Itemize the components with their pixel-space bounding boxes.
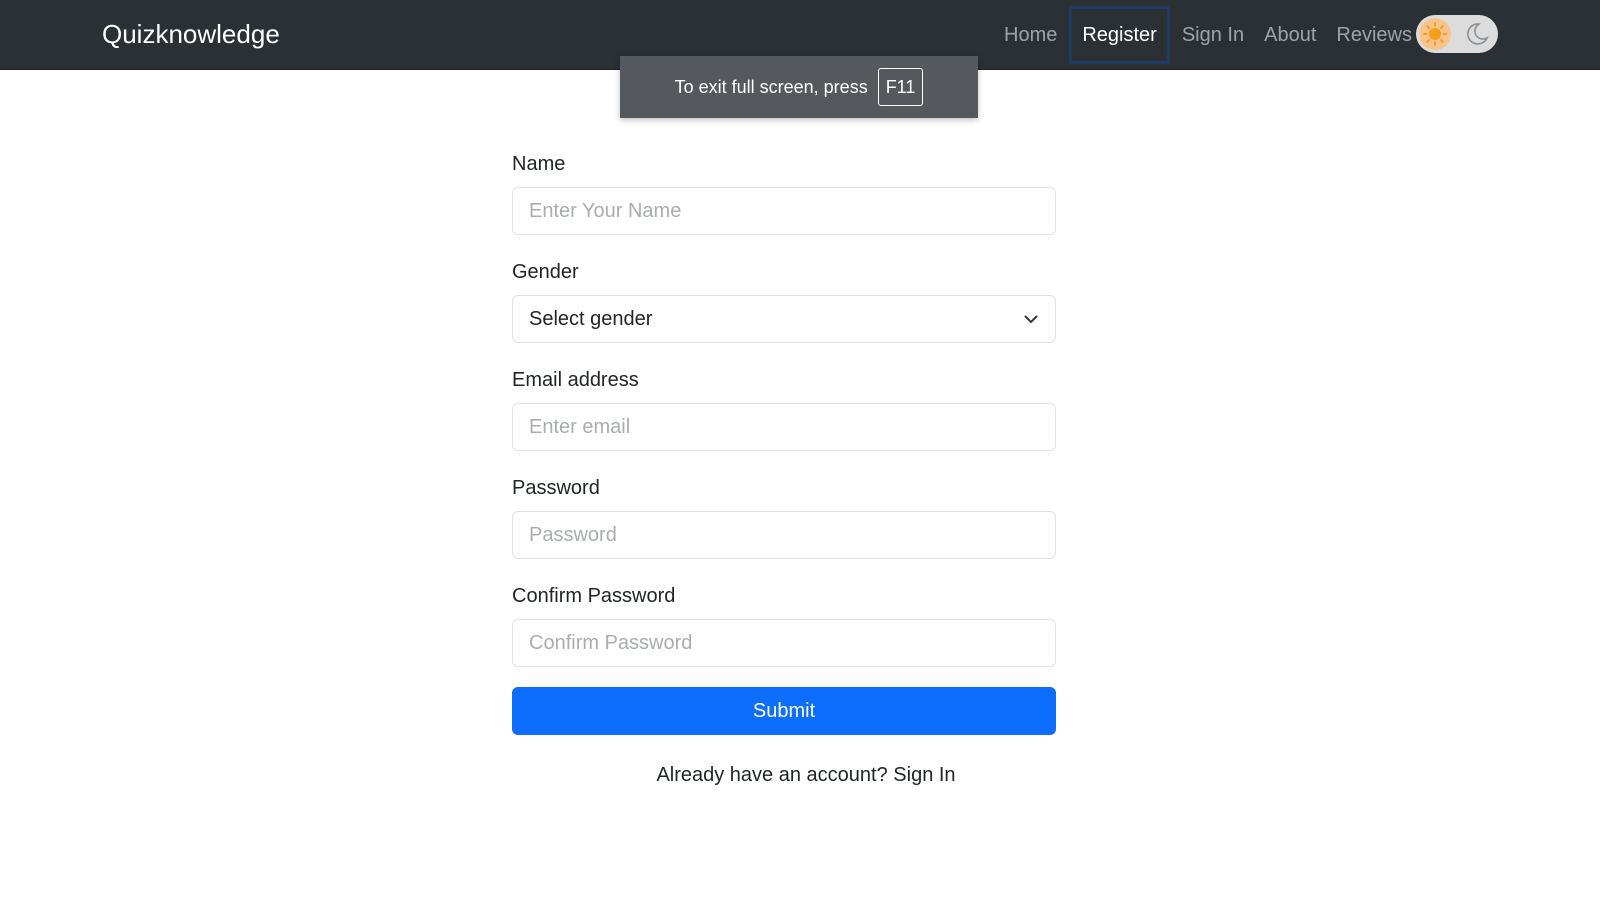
theme-toggle[interactable]	[1416, 15, 1498, 53]
email-label: Email address	[512, 369, 639, 391]
nav-link-reviews[interactable]: Reviews	[1326, 6, 1422, 64]
name-input[interactable]	[512, 187, 1056, 235]
fullscreen-exit-toast: To exit full screen, press F11	[620, 56, 978, 118]
password-label: Password	[512, 477, 600, 499]
nav-link-sign-in[interactable]: Sign In	[1172, 6, 1254, 64]
nav-links: Home Register Sign In About Reviews	[994, 0, 1422, 70]
fullscreen-key-badge: F11	[877, 68, 924, 106]
nav-link-home[interactable]: Home	[994, 6, 1067, 64]
submit-button[interactable]: Submit	[512, 687, 1056, 735]
sun-icon	[1419, 18, 1451, 50]
confirm-password-label: Confirm Password	[512, 585, 676, 607]
password-input[interactable]	[512, 511, 1056, 559]
gender-select[interactable]: Select gender	[512, 295, 1056, 343]
brand-logo[interactable]: Quizknowledge	[102, 19, 280, 50]
nav-link-about[interactable]: About	[1254, 6, 1326, 64]
already-have-account-text: Already have an account?	[656, 764, 888, 786]
email-input[interactable]	[512, 403, 1056, 451]
name-label: Name	[512, 153, 566, 175]
already-have-account-line: Already have an account? Sign In	[512, 764, 1100, 787]
gender-selected-value: Select gender	[529, 307, 653, 330]
register-form: Name Gender Select gender Email address …	[512, 152, 1056, 787]
nav-link-register[interactable]: Register	[1069, 6, 1170, 64]
sign-in-link[interactable]: Sign In	[893, 764, 955, 786]
fullscreen-toast-message: To exit full screen, press	[674, 76, 868, 97]
confirm-password-input[interactable]	[512, 619, 1056, 667]
chevron-down-icon	[1024, 315, 1038, 323]
gender-label: Gender	[512, 261, 579, 283]
moon-icon	[1467, 23, 1489, 45]
